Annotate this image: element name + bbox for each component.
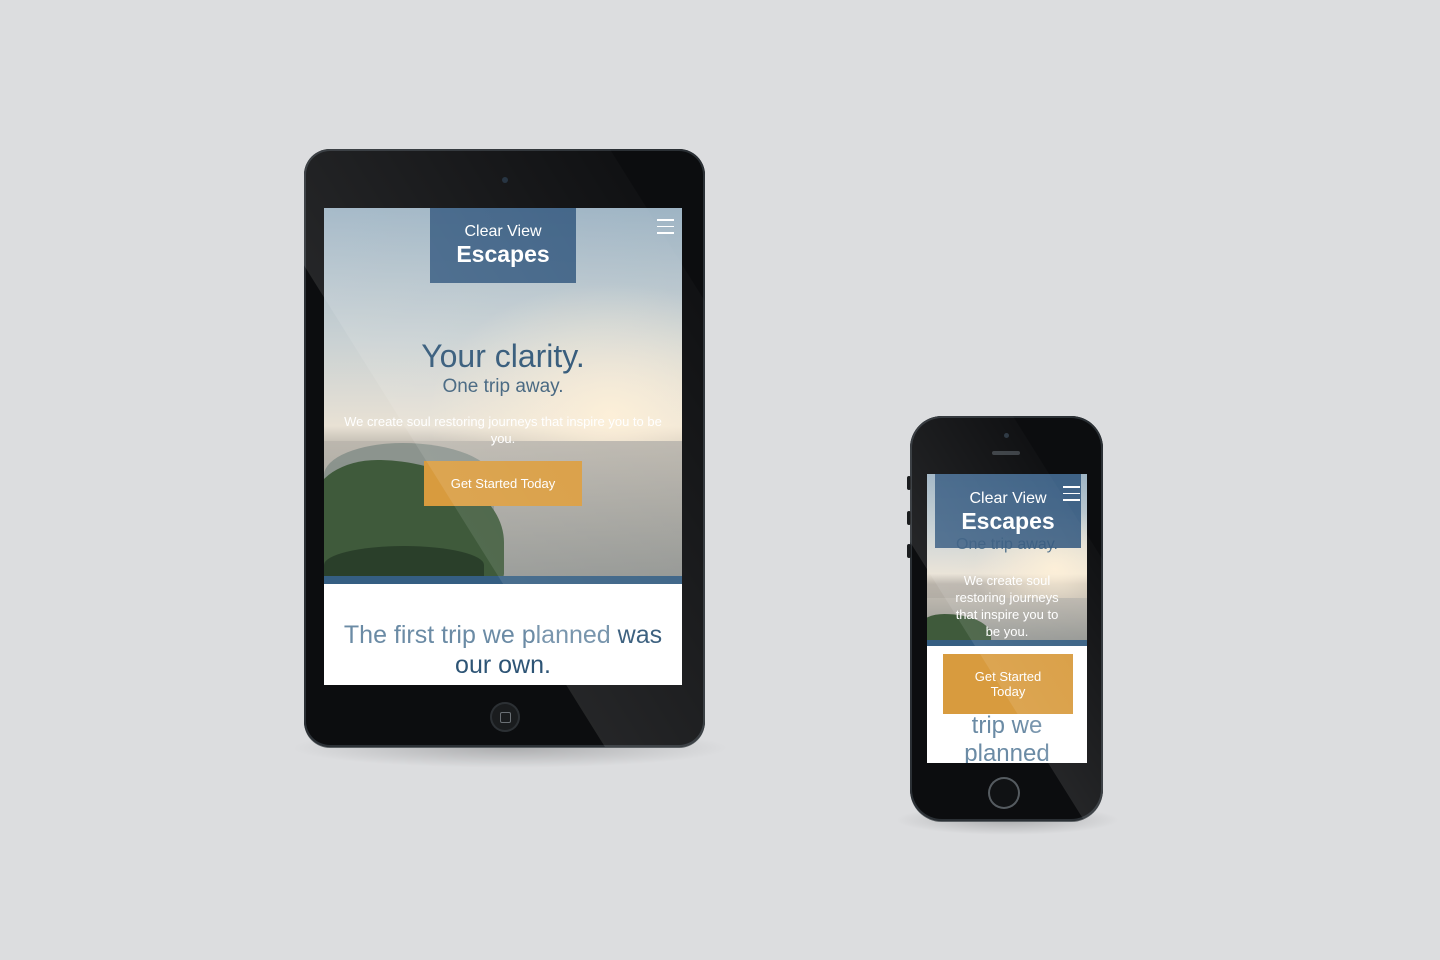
brand-line-2: Escapes [456, 241, 550, 267]
phone-cta-line-1: Get Started [974, 669, 1042, 684]
phone-story-line-1: trip we [971, 712, 1043, 739]
phone-speaker [992, 451, 1020, 455]
phone-hero-bottom-strip [927, 640, 1087, 646]
phone-brand-line-1: Clear View [969, 490, 1047, 507]
phone-story-heading: trip we planned [927, 712, 1087, 763]
phone-volume-up [907, 511, 911, 525]
brand-line-1: Clear View [464, 223, 542, 240]
hero-title: Your clarity. [421, 338, 585, 374]
hero-section: Clear View Escapes Your clarity. One tri… [324, 208, 682, 584]
tablet-home-button[interactable] [490, 702, 520, 732]
phone-story-line-2: planned [964, 740, 1050, 763]
phone-screen: One trip away. Clear View Escapes We cre… [927, 474, 1087, 763]
phone-cta-line-2: Today [990, 684, 1026, 699]
tablet-screen: Clear View Escapes Your clarity. One tri… [324, 208, 682, 685]
hero-subtitle: One trip away. [442, 376, 564, 397]
phone-hamburger-menu-icon[interactable] [1063, 486, 1080, 501]
phone-description-line: restoring journeys [955, 590, 1059, 605]
get-started-button[interactable]: Get Started Today [424, 461, 582, 506]
phone-hero-section: One trip away. Clear View Escapes We cre… [927, 474, 1087, 646]
phone-description-line: be you. [985, 624, 1029, 639]
story-heading: The first trip we planned was our own. [324, 620, 682, 680]
phone-get-started-button[interactable]: Get Started Today [943, 654, 1073, 714]
hero-bottom-strip [324, 576, 682, 584]
phone-home-button[interactable] [988, 777, 1020, 809]
phone-device: One trip away. Clear View Escapes We cre… [907, 416, 1103, 821]
tablet-camera [502, 177, 508, 183]
phone-brand-logo[interactable]: Clear View Escapes [935, 474, 1081, 548]
phone-hero-description: We create soul restoring journeys that i… [937, 572, 1077, 640]
phone-camera [1004, 433, 1009, 438]
brand-logo[interactable]: Clear View Escapes [430, 208, 576, 283]
tablet-device: Clear View Escapes Your clarity. One tri… [304, 149, 705, 747]
phone-description-line: that inspire you to [955, 607, 1059, 622]
phone-brand-line-2: Escapes [961, 508, 1055, 534]
hero-description: We create soul restoring journeys that i… [344, 414, 662, 446]
hamburger-menu-icon[interactable] [657, 219, 674, 234]
story-heading-light: The first trip we planned [343, 621, 611, 649]
phone-volume-down [907, 544, 911, 558]
phone-mute-switch [907, 476, 911, 490]
phone-description-line: We create soul [963, 573, 1051, 588]
